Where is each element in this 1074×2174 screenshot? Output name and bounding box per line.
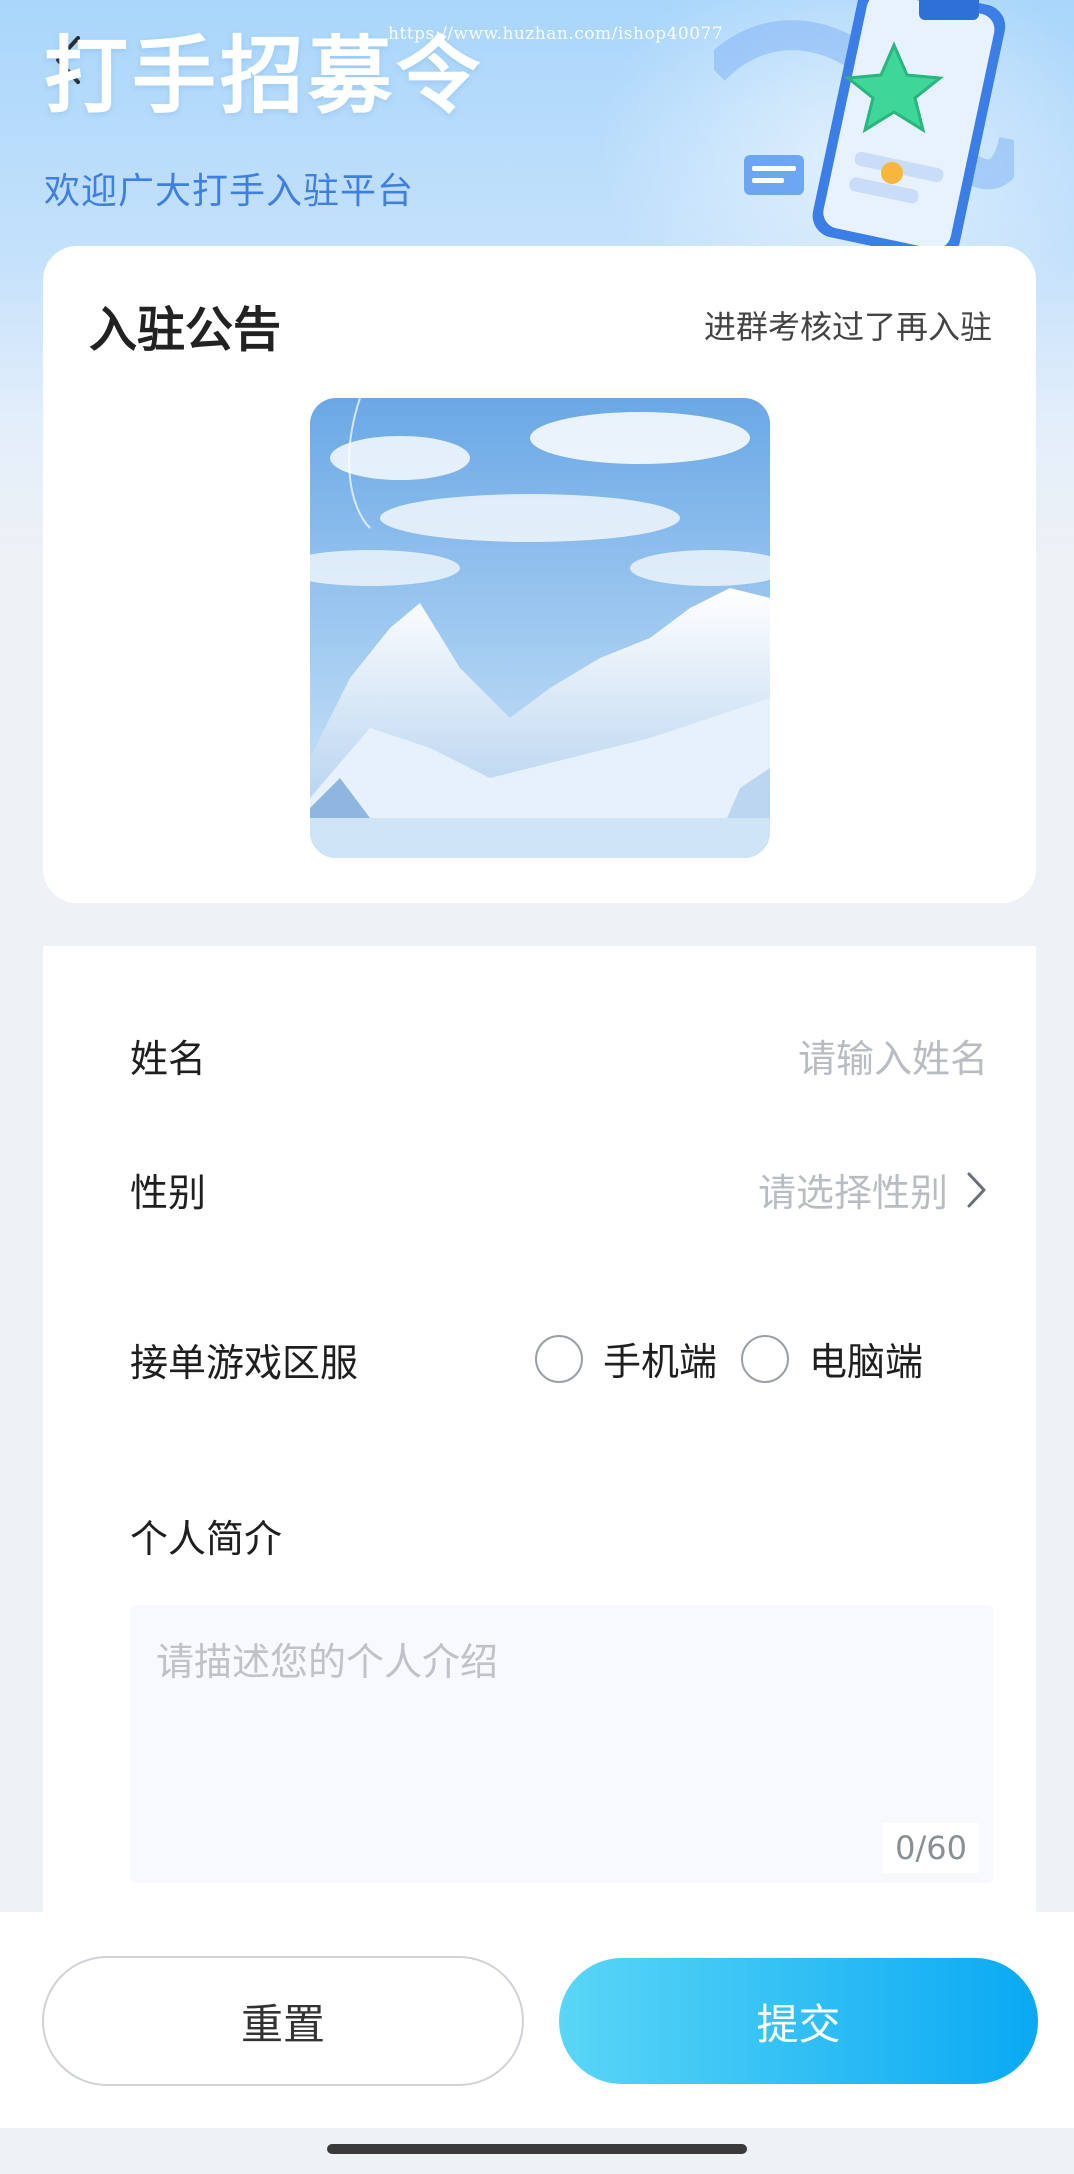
radio-mobile-label: 手机端 [603, 1340, 718, 1384]
radio-circle-icon [741, 1334, 790, 1383]
radio-circle-icon [535, 1334, 583, 1383]
name-label: 姓名 [130, 1037, 207, 1081]
home-indicator[interactable] [327, 2144, 747, 2154]
mountain-landscape-image [310, 398, 770, 858]
chevron-right-icon [967, 1172, 986, 1207]
gender-select[interactable]: 请选择性别 [758, 1162, 988, 1217]
name-input[interactable]: 请输入姓名 [798, 1028, 988, 1083]
notice-title: 入驻公告 [89, 302, 282, 358]
page-title: 打手招募令 [44, 27, 485, 125]
notice-image[interactable] [310, 398, 770, 858]
radio-mobile[interactable]: 手机端 [535, 1331, 717, 1386]
radio-pc[interactable]: 电脑端 [741, 1331, 923, 1386]
page-subtitle: 欢迎广大打手入驻平台 [44, 171, 415, 212]
char-counter: 0/60 [883, 1823, 979, 1873]
bio-textarea[interactable]: 请描述您的个人介绍 0/60 [130, 1605, 993, 1883]
notice-card: 入驻公告 进群考核过了再入驻 [43, 246, 1036, 903]
radio-pc-label: 电脑端 [809, 1340, 924, 1384]
server-label: 接单游戏区服 [130, 1341, 359, 1385]
submit-button[interactable]: 提交 [559, 1958, 1038, 2084]
bio-label: 个人简介 [130, 1517, 283, 1561]
notice-hint: 进群考核过了再入驻 [703, 308, 992, 346]
gender-label: 性别 [130, 1171, 207, 1215]
bottom-action-bar: 重置 提交 [0, 1912, 1074, 2128]
reset-button[interactable]: 重置 [42, 1956, 524, 2086]
bio-placeholder: 请描述您的个人介绍 [156, 1640, 499, 1684]
gender-placeholder: 请选择性别 [757, 1171, 948, 1215]
home-indicator-area [0, 2128, 1074, 2174]
server-radio-group: 手机端 电脑端 [535, 1331, 923, 1386]
